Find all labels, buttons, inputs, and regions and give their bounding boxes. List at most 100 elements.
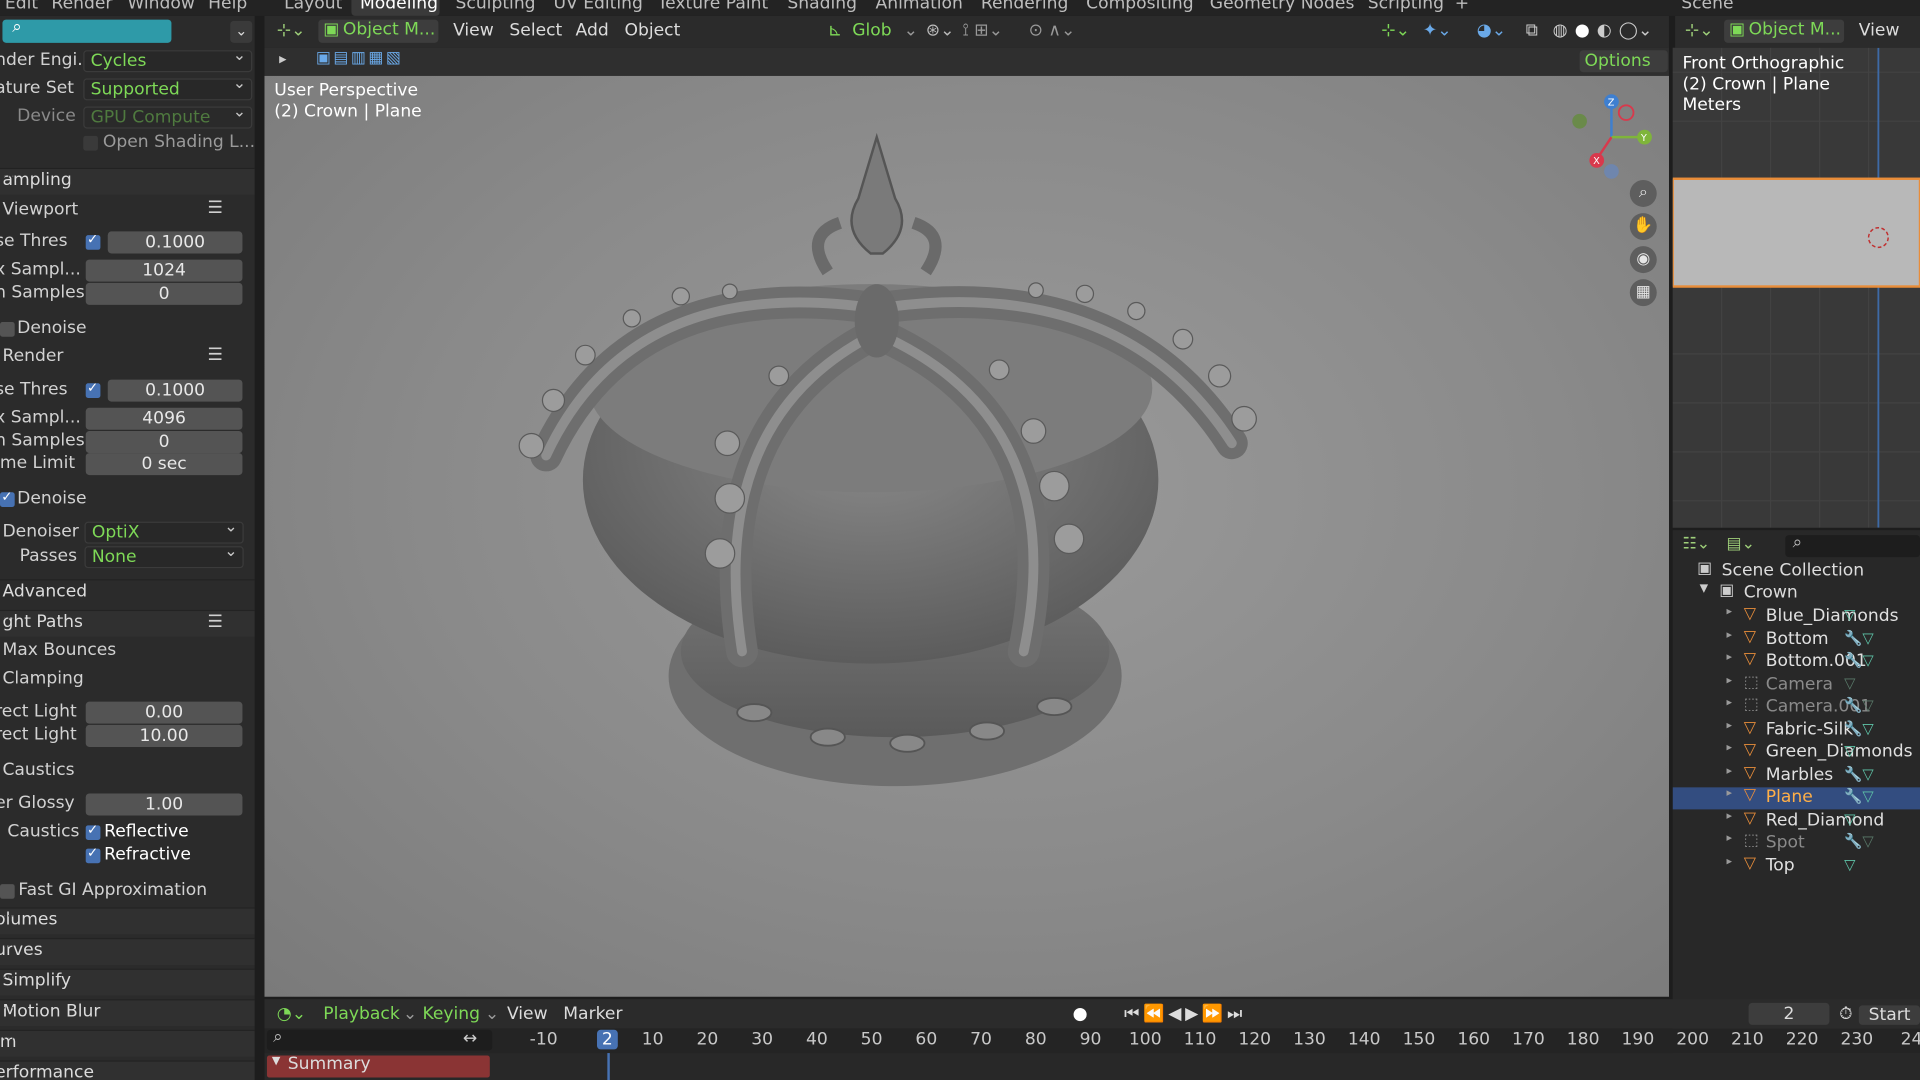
current-frame-marker[interactable]: 2 <box>596 1029 618 1050</box>
menu-window[interactable]: Window <box>127 0 195 13</box>
pan-hand-icon[interactable]: ✋ <box>1629 213 1657 241</box>
outliner-item-red_diamond[interactable]: ▸ ▽ Red_Diamond ▽ <box>1673 809 1920 832</box>
toolbar-toggle-icon[interactable]: ▸ <box>279 50 286 67</box>
outliner-item-marbles[interactable]: ▸ ▽ Marbles 🔧▽ <box>1673 763 1920 787</box>
modifier-icon[interactable]: 🔧▽ <box>1844 697 1874 714</box>
modifier-icon[interactable]: ▽ <box>1844 674 1855 691</box>
menu-marker[interactable]: Marker <box>563 1004 622 1024</box>
3d-viewport[interactable]: Z Y X ⌕ ✋ ◉ ▦ <box>264 75 1669 997</box>
expand-triangle-icon[interactable]: ▸ <box>1727 765 1733 777</box>
vp-denoise-checkbox[interactable] <box>0 322 15 337</box>
fast-gi-checkbox[interactable] <box>0 884 15 899</box>
tab-geometry-nodes[interactable]: Geometry Nodes <box>1210 0 1355 13</box>
properties-search-input[interactable]: ⌕ <box>2 17 172 43</box>
tab-uv-editing[interactable]: UV Editing <box>553 0 642 13</box>
timeline-body[interactable]: ▼ Summary <box>264 1053 1920 1080</box>
proportional-edit-icon[interactable]: ⊙ ∧⌄ <box>1029 21 1076 41</box>
direct-light-field[interactable]: 0.00 <box>85 701 243 724</box>
vp-min-samples-field[interactable]: 0 <box>85 282 243 305</box>
curves-section[interactable]: urves⋯ <box>0 937 255 965</box>
material-shading-icon[interactable]: ◐ <box>1597 21 1612 41</box>
indirect-light-field[interactable]: 10.00 <box>85 724 243 747</box>
r-min-samples-field[interactable]: 0 <box>85 431 243 454</box>
reflective-checkbox[interactable] <box>85 822 101 841</box>
crown-model[interactable] <box>264 76 1669 997</box>
caustics-subpanel[interactable]: Caustics <box>2 760 74 780</box>
outliner-item-green_diamonds[interactable]: ▸ ▽ Green_Diamonds ▽ <box>1673 741 1920 764</box>
wireframe-shading-icon[interactable]: ◍ <box>1553 21 1568 41</box>
outliner-item-camera.001[interactable]: ▸ ⬚ Camera.001 🔧▽ <box>1673 696 1920 719</box>
timeline-editor-icon[interactable]: ◔⌄ <box>277 1004 306 1024</box>
expand-triangle-icon[interactable]: ▸ <box>1727 855 1733 867</box>
render-engine-dropdown[interactable]: Cycles <box>83 50 253 73</box>
editor-type-icon[interactable]: ⊹⌄ <box>1685 21 1714 41</box>
film-section[interactable]: lm⋯ <box>0 1029 255 1057</box>
expand-triangle-icon[interactable]: ▸ <box>1727 629 1733 641</box>
outliner-editor-icon[interactable]: ☷⌄ <box>1682 535 1710 553</box>
tab-sculpting[interactable]: Sculpting <box>456 0 536 13</box>
scene-collection-row[interactable]: ▣ Scene Collection <box>1673 560 1920 583</box>
expand-triangle-icon[interactable]: ▸ <box>1727 810 1733 822</box>
max-bounces-subpanel[interactable]: Max Bounces <box>2 640 116 660</box>
device-dropdown[interactable]: GPU Compute <box>83 106 253 129</box>
snap-icon[interactable]: ⟟ ⊞⌄ <box>962 21 1003 41</box>
start-frame-field[interactable]: Start <box>1858 1005 1920 1025</box>
add-workspace-button[interactable]: + <box>1455 0 1469 13</box>
vp-noise-checkbox[interactable] <box>85 231 101 250</box>
refractive-checkbox[interactable] <box>85 845 101 864</box>
expand-triangle-icon[interactable]: ▸ <box>1727 719 1733 731</box>
outliner-item-bottom.001[interactable]: ▸ ▽ Bottom.001 🔧▽ <box>1673 650 1920 673</box>
current-frame-field[interactable]: 2 <box>1748 1002 1830 1025</box>
visibility-icon[interactable]: ⊹⌄ <box>1381 21 1410 41</box>
sampling-section[interactable]: ampling ⋯ <box>0 167 255 195</box>
camera-view-icon[interactable]: ◉ <box>1629 246 1657 274</box>
modifier-icon[interactable]: 🔧▽ <box>1844 765 1874 782</box>
modifier-icon[interactable]: ▽ <box>1844 855 1855 872</box>
pivot-icon[interactable]: ⊛⌄ <box>926 21 955 41</box>
summary-channel[interactable]: ▼ Summary <box>266 1054 490 1078</box>
modifier-icon[interactable]: ▽ <box>1844 742 1855 759</box>
outliner-item-top[interactable]: ▸ ▽ Top ▽ <box>1673 854 1920 877</box>
mode-dropdown[interactable]: ▣ Object M... <box>318 19 439 43</box>
menu-help[interactable]: Help <box>208 0 247 13</box>
swap-arrows-icon[interactable]: ↔ <box>463 1029 477 1049</box>
chevron-down-icon[interactable]: ⌄ <box>403 1004 417 1024</box>
transform-orientation-dropdown[interactable]: Glob <box>852 21 891 41</box>
navigation-gizmo[interactable]: Z Y X <box>1562 88 1660 186</box>
expand-triangle-icon[interactable]: ▸ <box>1727 833 1733 845</box>
outliner-search-input[interactable]: ⌕ <box>1785 533 1920 558</box>
outliner-item-plane[interactable]: ▸ ▽ Plane 🔧▽ <box>1672 786 1920 810</box>
outliner-item-spot[interactable]: ▸ ⬚ Spot 🔧▽ <box>1673 831 1920 855</box>
performance-section[interactable]: erformance <box>0 1060 255 1080</box>
modifier-icon[interactable]: 🔧▽ <box>1844 787 1874 804</box>
menu-edit[interactable]: Edit <box>5 0 38 13</box>
solid-shading-icon[interactable]: ● <box>1575 21 1590 41</box>
filter-glossy-field[interactable]: 1.00 <box>85 793 243 816</box>
time-limit-field[interactable]: 0 sec <box>85 453 243 476</box>
select-mode-icons[interactable]: ▣▤▥▦▧ <box>316 49 403 67</box>
viewport-subpanel[interactable]: Viewport <box>2 200 78 220</box>
outliner-item-bottom[interactable]: ▸ ▽ Bottom 🔧▽ <box>1673 628 1920 651</box>
menu-object[interactable]: Object <box>624 21 680 41</box>
clamping-subpanel[interactable]: Clamping <box>2 669 83 689</box>
vp-max-samples-field[interactable]: 1024 <box>85 259 243 282</box>
modifier-icon[interactable]: 🔧▽ <box>1844 629 1874 646</box>
r-noise-checkbox[interactable] <box>85 380 101 398</box>
passes-dropdown[interactable]: None <box>84 546 244 569</box>
volumes-section[interactable]: olumes ⋯ <box>0 907 255 935</box>
display-mode-icon[interactable]: ▤⌄ <box>1727 535 1755 553</box>
menu-view[interactable]: View <box>507 1004 548 1024</box>
expand-triangle-icon[interactable]: ▸ <box>1727 787 1733 799</box>
tab-scripting[interactable]: Scripting <box>1368 0 1444 13</box>
tab-shading[interactable]: Shading <box>787 0 857 13</box>
motion-blur-section[interactable]: Motion Blur ⋯ <box>0 999 255 1027</box>
vp-noise-field[interactable]: 0.1000 <box>107 231 243 254</box>
r-max-samples-field[interactable]: 4096 <box>85 407 243 430</box>
outliner-item-blue_diamonds[interactable]: ▸ ▽ Blue_Diamonds ▽ <box>1673 605 1920 628</box>
menu-render[interactable]: Render <box>51 0 112 13</box>
menu-add[interactable]: Add <box>576 21 609 41</box>
timeline-ruler[interactable]: ⌕ ↔ -10 2 10 20 30 40 50 60 70 80 90 100 110 120 130 14… <box>264 1027 1920 1054</box>
open-shading-checkbox[interactable] <box>83 135 98 151</box>
editor-type-icon[interactable]: ⊹⌄ <box>277 21 306 41</box>
tab-texture-paint[interactable]: Texture Paint <box>658 0 769 13</box>
